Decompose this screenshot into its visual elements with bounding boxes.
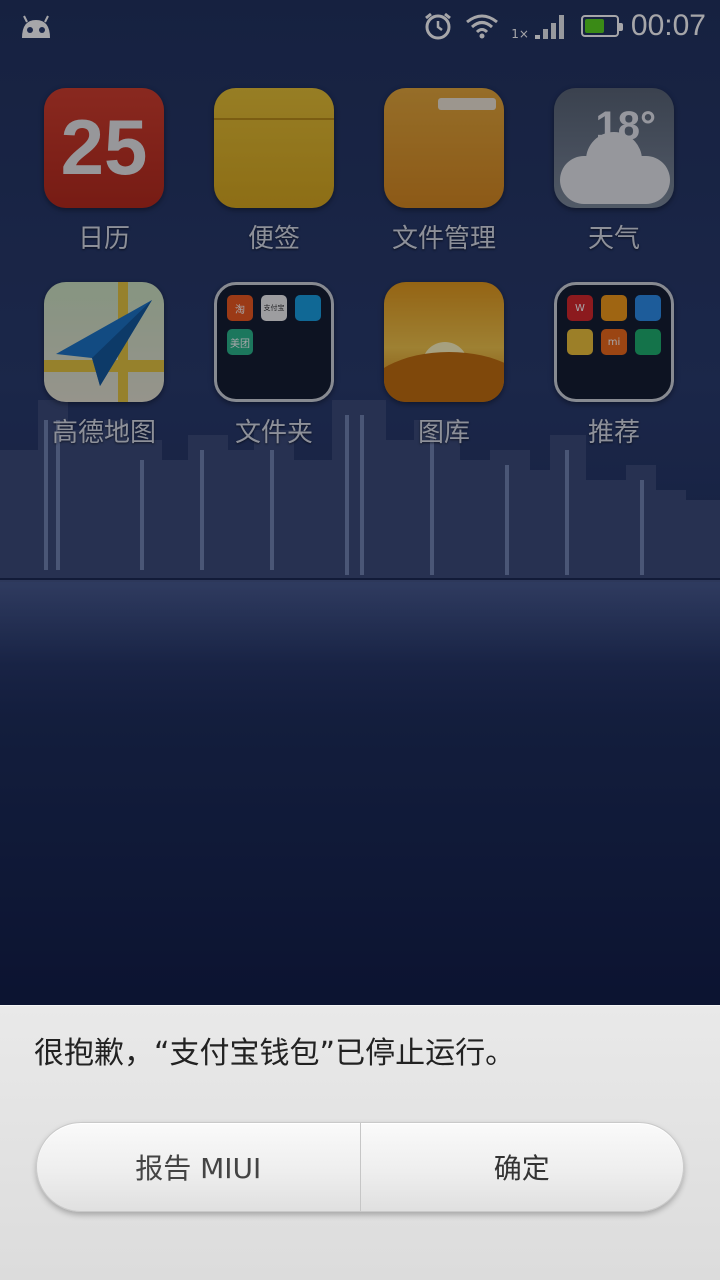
- report-miui-button[interactable]: 报告 MIUI: [37, 1123, 360, 1211]
- dialog-button-group: 报告 MIUI 确定: [36, 1122, 684, 1212]
- dim-overlay: [0, 0, 720, 1005]
- ok-button[interactable]: 确定: [359, 1123, 684, 1211]
- dialog-message: 很抱歉，“支付宝钱包”已停止运行。: [34, 1036, 516, 1071]
- app-crash-dialog: 很抱歉，“支付宝钱包”已停止运行。 报告 MIUI 确定: [0, 1005, 720, 1280]
